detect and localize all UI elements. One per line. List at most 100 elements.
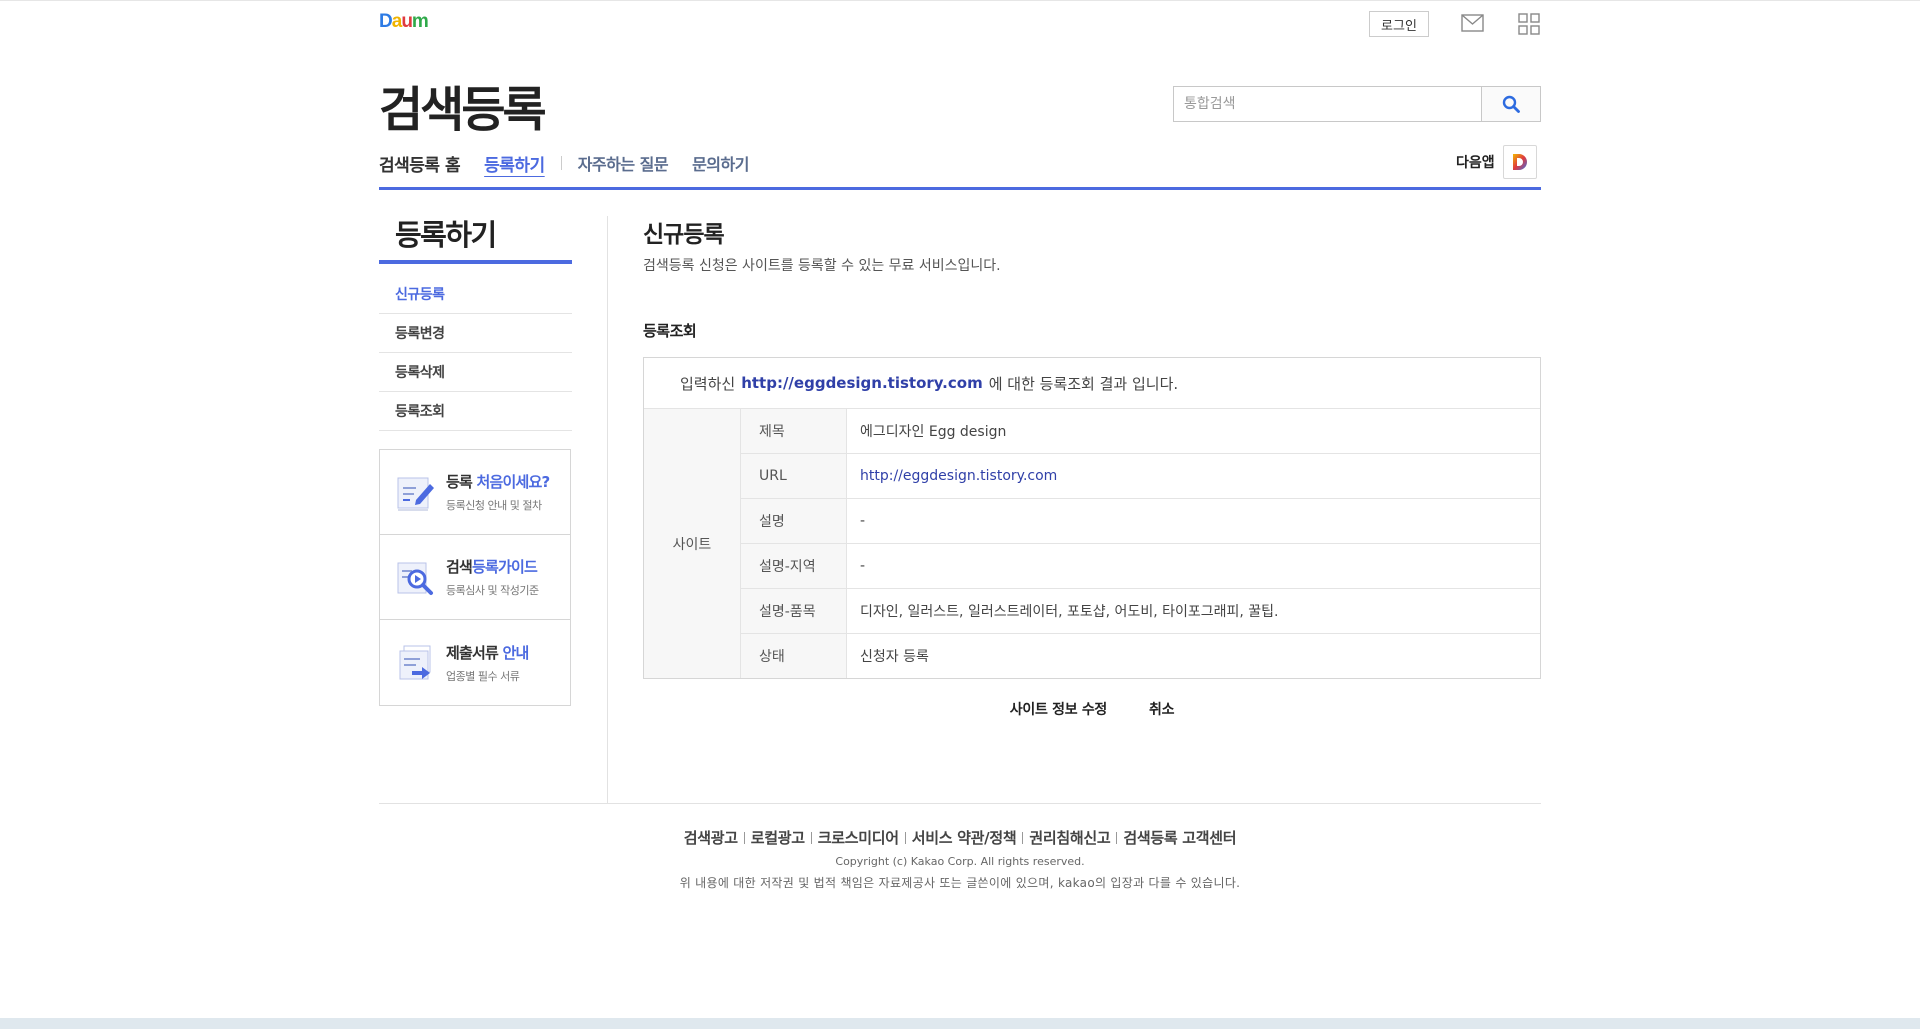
result-prefix: 입력하신 — [680, 374, 736, 393]
sidebar-title: 등록하기 — [395, 218, 497, 252]
banner-title-part: 제출서류 — [446, 643, 503, 662]
main-content: 신규등록 검색등록 신청은 사이트를 등록할 수 있는 무료 서비스입니다. 등… — [643, 215, 1541, 719]
magnifier-doc-icon — [397, 562, 433, 595]
banner-title-highlight: 안내 — [502, 643, 529, 662]
daum-app-icon — [1502, 145, 1537, 179]
footer-divider — [379, 803, 1541, 804]
section-title: 등록조회 — [643, 322, 697, 340]
banner-subtitle: 등록신청 안내 및 절차 — [446, 499, 542, 512]
search-bar — [1173, 86, 1541, 122]
nav-separator — [560, 156, 562, 170]
top-border — [0, 0, 1920, 1]
row-value-url-link[interactable]: http://eggdesign.tistory.com — [847, 454, 1540, 498]
lookup-result-table: 입력하신 http://eggdesign.tistory.com 에 대한 등… — [643, 357, 1541, 679]
daum-logo[interactable]: Daum — [379, 11, 429, 33]
nav-underline — [379, 187, 1541, 190]
page-title[interactable]: 검색등록 — [379, 70, 547, 140]
search-icon — [1502, 95, 1520, 113]
nav-contact[interactable]: 문의하기 — [692, 151, 749, 175]
result-detail: 사이트 제목 에그디자인 Egg design URL http://eggde… — [644, 409, 1540, 678]
document-arrow-icon — [399, 645, 431, 679]
footer-separator — [1022, 831, 1024, 844]
table-row: 설명-지역 - — [741, 544, 1540, 589]
edit-site-info-button[interactable]: 사이트 정보 수정 — [1010, 699, 1108, 719]
copyright-text: Copyright (c) Kakao Corp. All rights res… — [835, 855, 1085, 868]
cancel-button[interactable]: 취소 — [1149, 699, 1174, 719]
logo-letter-m: m — [411, 11, 429, 32]
sidebar-item-change-registration[interactable]: 등록변경 — [379, 314, 572, 353]
banner-subtitle: 등록심사 및 작성기준 — [446, 584, 539, 597]
footer-links: 검색광고 로컬광고 크로스미디어 서비스 약관/정책 권리침해신고 검색등록 고… — [379, 827, 1541, 848]
banner-documents[interactable]: 제출서류 안내 업종별 필수 서류 — [380, 620, 570, 705]
banner-subtitle: 업종별 필수 서류 — [446, 669, 520, 683]
sidebar-item-delete-registration[interactable]: 등록삭제 — [379, 353, 572, 392]
footer-link-search-ads[interactable]: 검색광고 — [684, 827, 738, 848]
table-row: URL http://eggdesign.tistory.com — [741, 454, 1540, 499]
detail-rows: 제목 에그디자인 Egg design URL http://eggdesign… — [741, 409, 1540, 678]
banner-title-part: 검색 — [446, 558, 473, 576]
footer-separator — [810, 831, 812, 844]
logo-letter-d: D — [379, 11, 393, 32]
row-key: 상태 — [741, 634, 847, 678]
row-value: 에그디자인 Egg design — [860, 424, 1007, 440]
nav-register[interactable]: 등록하기 — [484, 151, 545, 176]
row-key: 설명-품목 — [741, 589, 847, 633]
banner-title: 검색등록가이드 — [446, 556, 539, 577]
action-buttons: 사이트 정보 수정 취소 — [643, 699, 1541, 719]
footer-separator — [904, 831, 906, 844]
table-row: 상태 신청자 등록 — [741, 634, 1540, 678]
sidebar-item-lookup-registration[interactable]: 등록조회 — [379, 392, 572, 431]
row-value: 신청자 등록 — [860, 649, 929, 665]
result-summary: 입력하신 http://eggdesign.tistory.com 에 대한 등… — [644, 358, 1540, 409]
login-button[interactable]: 로그인 — [1369, 11, 1429, 37]
grid-icon[interactable] — [1518, 13, 1540, 35]
sidebar-item-new-registration[interactable]: 신규등록 — [379, 275, 572, 314]
daum-app-label: 다음앱 — [1456, 155, 1495, 171]
pencil-doc-icon — [397, 477, 434, 511]
row-value: 디자인, 일러스트, 일러스트레이터, 포토샵, 어도비, 타이포그래피, 꿀팁… — [860, 604, 1279, 620]
banner-title: 등록 처음이세요? — [446, 471, 550, 492]
banner-search-guide[interactable]: 검색등록가이드 등록심사 및 작성기준 — [380, 535, 570, 620]
banner-title-part: 등록 — [446, 473, 477, 491]
footer-link-cross-media[interactable]: 크로스미디어 — [818, 827, 899, 848]
row-value: - — [860, 513, 866, 529]
row-key: 설명 — [741, 499, 847, 543]
banner-title-highlight: 등록가이드 — [472, 558, 538, 576]
main-nav: 검색등록 홈 등록하기 자주하는 질문 문의하기 — [379, 148, 773, 178]
table-row: 제목 에그디자인 Egg design — [741, 409, 1540, 454]
search-input[interactable] — [1174, 87, 1481, 121]
column-divider — [607, 216, 608, 803]
category-cell: 사이트 — [644, 409, 741, 678]
daum-app-link[interactable]: 다음앱 — [1456, 145, 1537, 179]
footer-link-rights-report[interactable]: 권리침해신고 — [1029, 827, 1110, 848]
footer-separator — [1116, 831, 1118, 844]
sidebar-title-underline — [379, 260, 572, 264]
row-key: 설명-지역 — [741, 544, 847, 588]
bottom-bar — [0, 1018, 1920, 1029]
banner-first-time[interactable]: 등록 처음이세요? 등록신청 안내 및 절차 — [380, 450, 570, 535]
mail-icon[interactable] — [1461, 14, 1484, 32]
sidebar-menu: 신규등록 등록변경 등록삭제 등록조회 — [379, 275, 572, 431]
banner-text: 검색등록가이드 등록심사 및 작성기준 — [446, 556, 539, 598]
search-button[interactable] — [1481, 87, 1540, 121]
row-key: URL — [741, 454, 847, 498]
content-description: 검색등록 신청은 사이트를 등록할 수 있는 무료 서비스입니다. — [643, 258, 1001, 274]
footer-link-terms[interactable]: 서비스 약관/정책 — [912, 827, 1017, 848]
nav-faq[interactable]: 자주하는 질문 — [578, 151, 669, 175]
content-title: 신규등록 — [643, 222, 725, 248]
result-suffix: 에 대한 등록조회 결과 입니다. — [988, 374, 1179, 393]
row-value: - — [860, 558, 866, 574]
logo-letter-u: u — [401, 11, 413, 32]
footer-link-local-ads[interactable]: 로컬광고 — [751, 827, 805, 848]
footer-separator — [743, 831, 745, 844]
logo-letter-a: a — [391, 11, 403, 32]
footer-link-support-center[interactable]: 검색등록 고객센터 — [1123, 827, 1236, 848]
sidebar-banners: 등록 처음이세요? 등록신청 안내 및 절차 검색등록가이드 등록심사 및 작성… — [379, 449, 571, 706]
banner-title-highlight: 처음이세요? — [476, 473, 550, 491]
result-url-link[interactable]: http://eggdesign.tistory.com — [741, 374, 983, 392]
row-key: 제목 — [741, 409, 847, 453]
table-row: 설명-품목 디자인, 일러스트, 일러스트레이터, 포토샵, 어도비, 타이포그… — [741, 589, 1540, 634]
nav-home[interactable]: 검색등록 홈 — [379, 151, 461, 176]
banner-text: 제출서류 안내 업종별 필수 서류 — [446, 642, 529, 684]
banner-text: 등록 처음이세요? 등록신청 안내 및 절차 — [446, 471, 550, 513]
